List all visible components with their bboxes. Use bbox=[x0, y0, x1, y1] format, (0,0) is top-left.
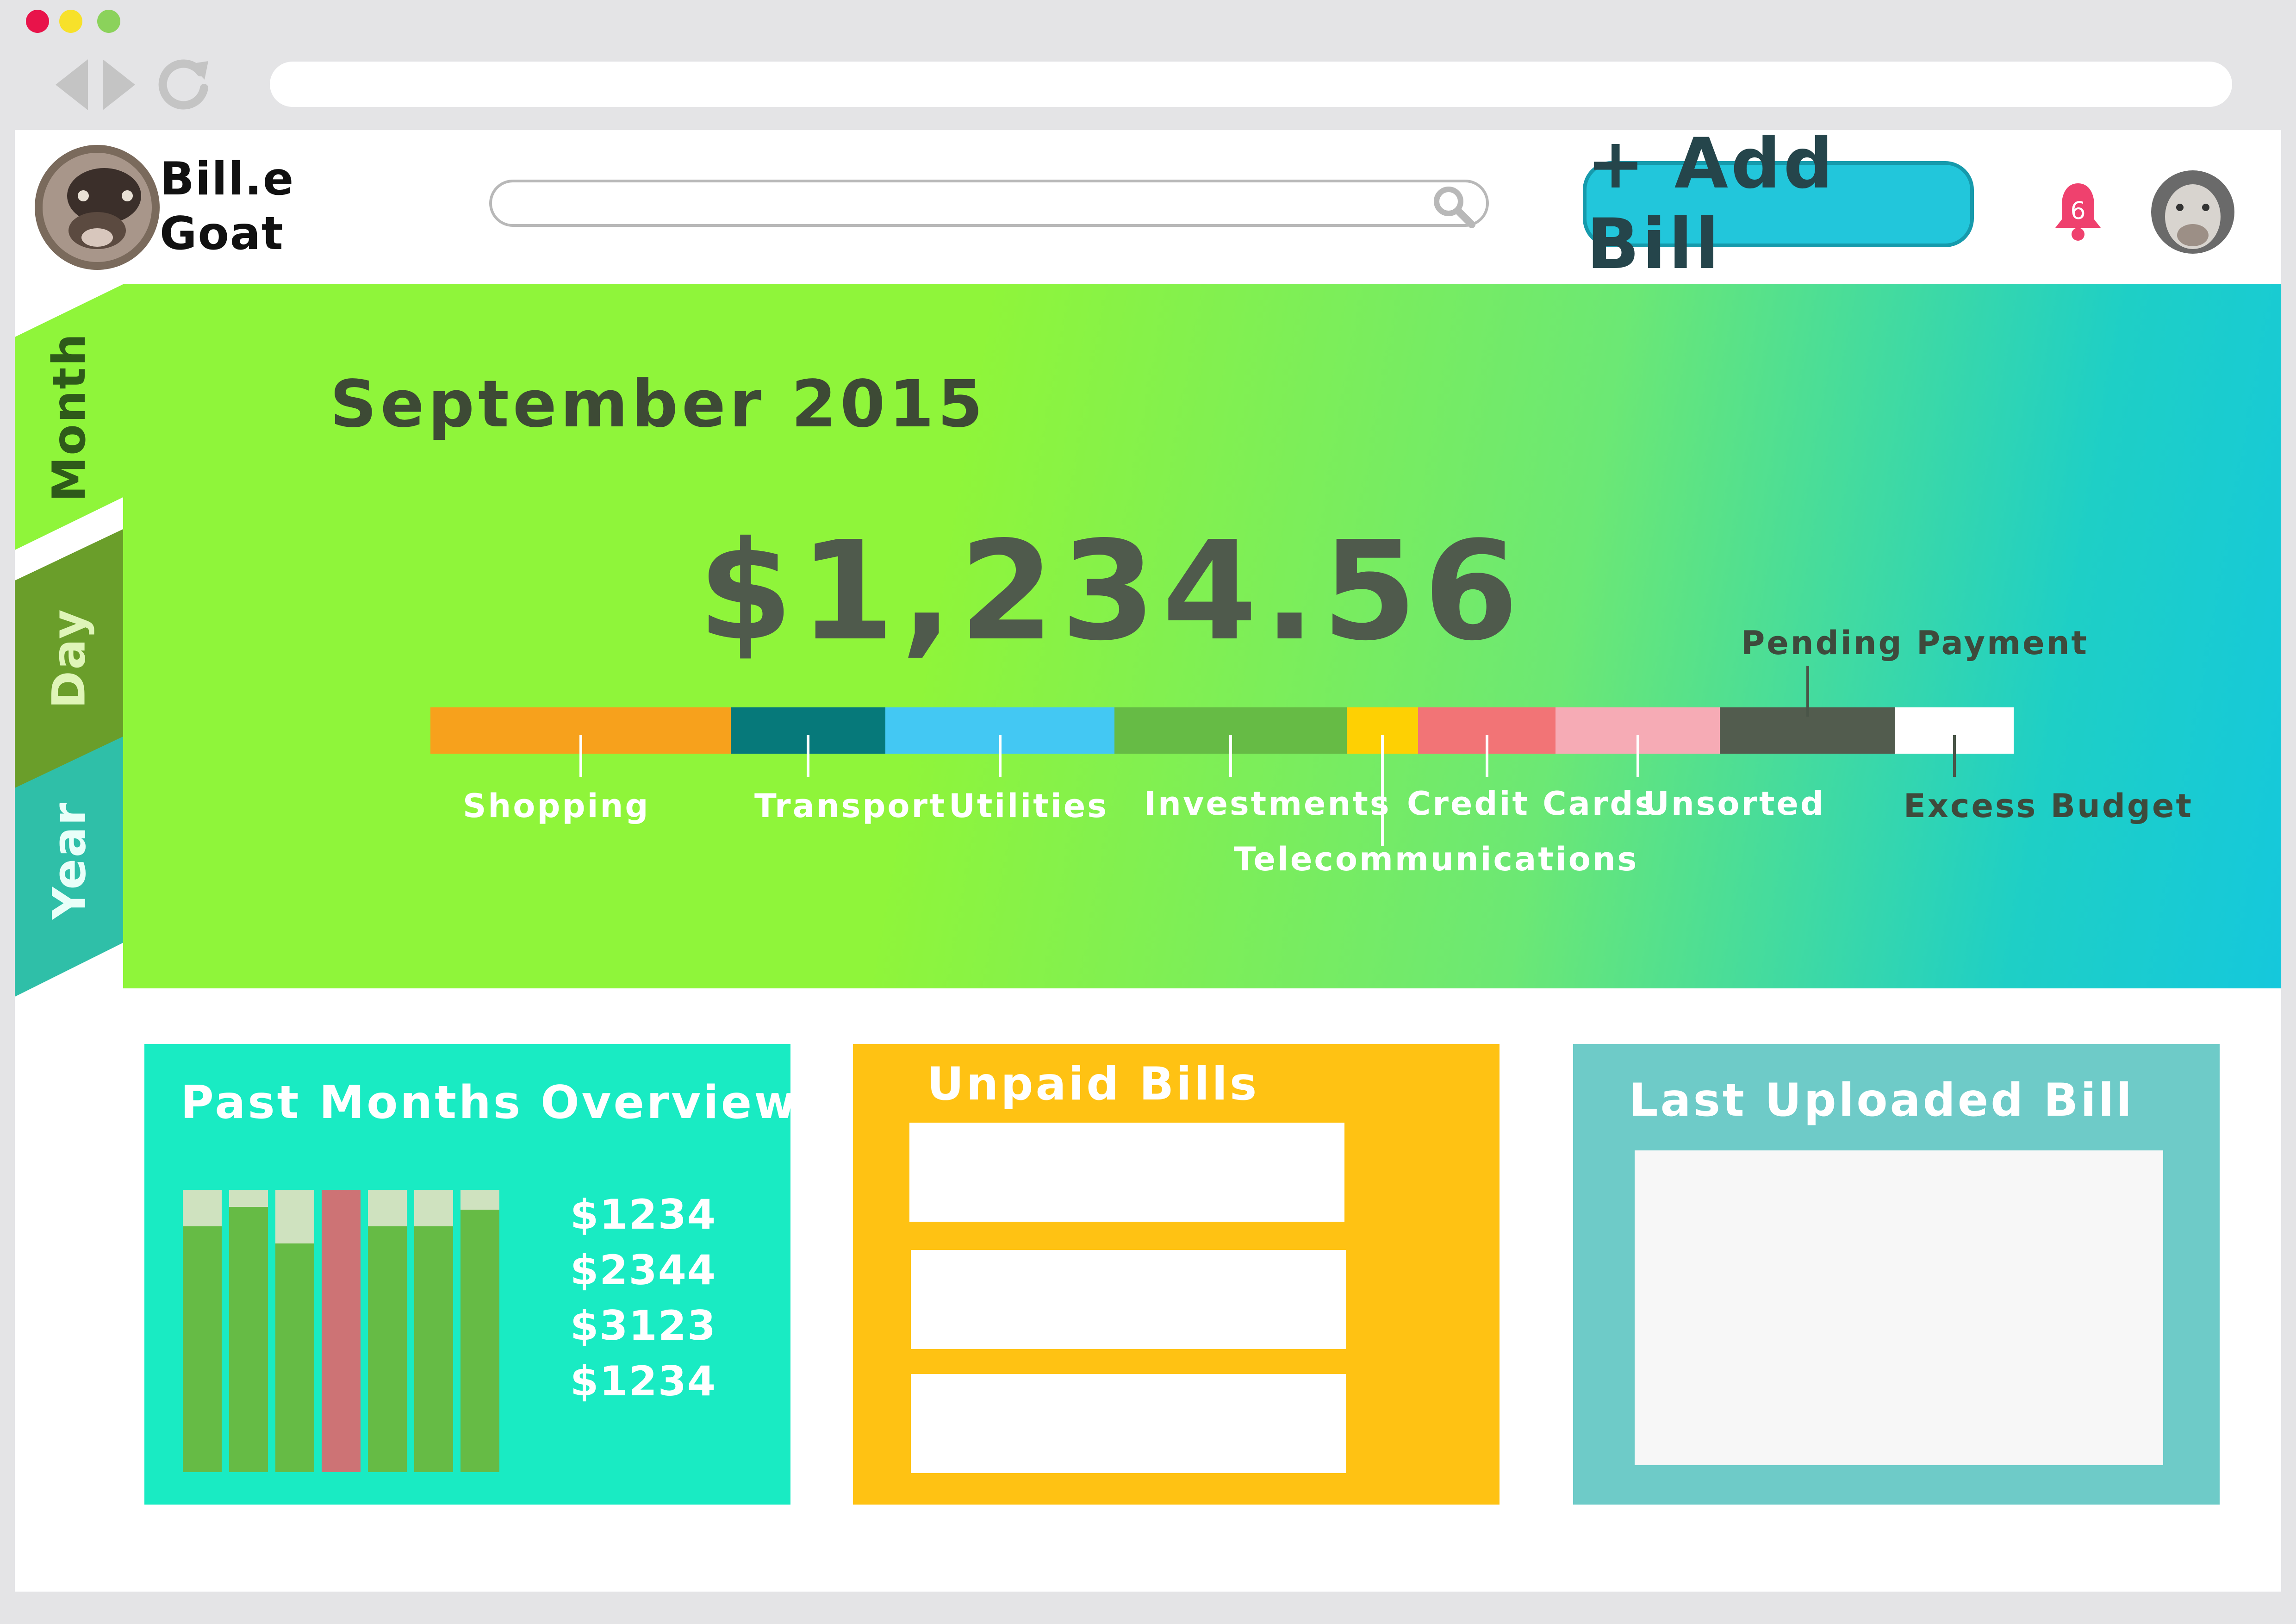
unpaid-bill-item[interactable] bbox=[911, 1250, 1346, 1349]
last-uploaded-title: Last Uploaded Bill bbox=[1629, 1074, 2134, 1127]
address-bar[interactable] bbox=[270, 62, 2232, 107]
past-months-title: Past Months Overview bbox=[180, 1076, 798, 1129]
label-telecommunications: Telecommunications bbox=[1234, 840, 1639, 878]
label-credit-cards: Credit Cards bbox=[1407, 785, 1656, 823]
unpaid-bill-item[interactable] bbox=[911, 1374, 1346, 1473]
past-month-amount: $1234 bbox=[570, 1191, 717, 1238]
tab-year-label: Year bbox=[43, 801, 96, 920]
category-tick bbox=[1806, 666, 1809, 717]
category-tick bbox=[1636, 735, 1639, 777]
category-tick bbox=[1486, 735, 1488, 777]
close-window-dot[interactable] bbox=[26, 10, 49, 33]
past-month-amount: $1234 bbox=[570, 1357, 717, 1405]
past-month-bar[interactable] bbox=[414, 1226, 453, 1472]
label-unsorted: Unsorted bbox=[1643, 785, 1825, 823]
back-arrow-icon[interactable] bbox=[56, 59, 88, 110]
total-amount: $1,234.56 bbox=[698, 512, 1525, 671]
search-input[interactable] bbox=[489, 180, 1489, 227]
notification-count: 6 bbox=[2070, 197, 2086, 225]
past-month-amount: $3123 bbox=[570, 1302, 717, 1349]
past-month-bar[interactable] bbox=[322, 1190, 361, 1472]
goat-avatar-icon[interactable] bbox=[2151, 170, 2234, 254]
brand-name-line1: Bill.e bbox=[160, 153, 295, 206]
label-investments: Investments bbox=[1144, 785, 1391, 823]
unpaid-bill-item[interactable] bbox=[909, 1123, 1344, 1222]
tab-month-label: Month bbox=[43, 332, 96, 502]
label-shopping: Shopping bbox=[463, 787, 650, 825]
forward-arrow-icon[interactable] bbox=[103, 59, 135, 110]
unpaid-bills-title: Unpaid Bills bbox=[927, 1058, 1259, 1111]
magnifier-icon[interactable] bbox=[1430, 183, 1476, 229]
past-month-bar[interactable] bbox=[183, 1226, 222, 1472]
past-month-amount: $2344 bbox=[570, 1246, 717, 1294]
tab-day-label: Day bbox=[43, 608, 96, 709]
period-title: September 2015 bbox=[330, 367, 987, 442]
past-month-bar[interactable] bbox=[229, 1207, 268, 1472]
label-transport: Transport bbox=[754, 787, 947, 825]
reload-icon[interactable] bbox=[156, 55, 212, 110]
label-pending-payment: Pending Payment bbox=[1741, 624, 2089, 662]
goat-logo-icon bbox=[35, 145, 160, 270]
notification-button[interactable]: 6 bbox=[2053, 181, 2103, 242]
category-tick bbox=[1953, 735, 1956, 777]
add-bill-button[interactable]: + Add Bill bbox=[1583, 124, 1974, 285]
brand-name-line2: Goat bbox=[160, 207, 284, 260]
last-uploaded-bill-preview[interactable] bbox=[1635, 1150, 2163, 1465]
category-tick bbox=[999, 735, 1002, 777]
category-tick bbox=[579, 735, 582, 777]
past-month-bar[interactable] bbox=[368, 1226, 407, 1472]
label-excess-budget: Excess Budget bbox=[1904, 787, 2193, 825]
past-month-bar[interactable] bbox=[275, 1243, 314, 1472]
past-month-bar[interactable] bbox=[460, 1210, 499, 1472]
category-tick bbox=[1229, 735, 1232, 777]
minimize-window-dot[interactable] bbox=[59, 10, 82, 33]
label-utilities: Utilities bbox=[949, 787, 1108, 825]
category-tick bbox=[807, 735, 809, 777]
maximize-window-dot[interactable] bbox=[97, 10, 120, 33]
